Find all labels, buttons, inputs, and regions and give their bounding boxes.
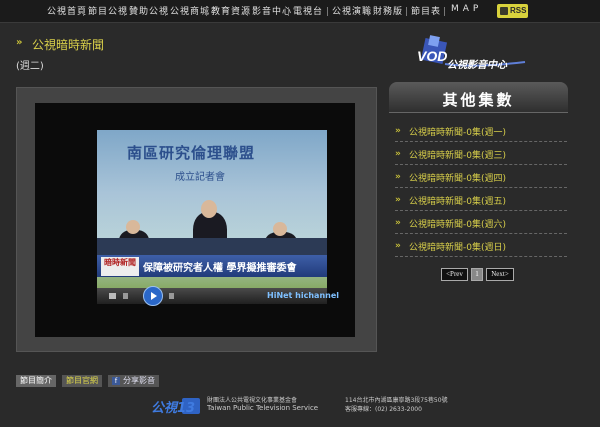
nav-separator [444, 7, 445, 16]
episode-title: 公視暗時新聞-0集(週六) [409, 220, 506, 230]
video-player: 南區研究倫理聯盟 成立記者會 暗時新聞 保障被研究者人權 學界擬推審委會 HiN… [35, 103, 355, 337]
double-arrow-icon: » [395, 149, 401, 159]
forward-button[interactable] [169, 293, 174, 299]
panelist-left-face [126, 220, 140, 234]
nav-separator [206, 7, 207, 16]
episode-title: 公視暗時新聞-0集(週日) [409, 243, 506, 253]
footer-org-name: 財團法人公共電視文化事業基金會 [207, 397, 298, 404]
svg-text:VOD: VOD [417, 48, 447, 64]
episode-link[interactable]: » 公視暗時新聞-0集(週三) [395, 146, 567, 165]
video-screen[interactable]: 南區研究倫理聯盟 成立記者會 暗時新聞 保障被研究者人權 學界擬推審委會 [97, 130, 327, 288]
stop-button[interactable] [109, 293, 116, 299]
video-banner-subtitle: 成立記者會 [175, 172, 225, 183]
player-controls: HiNet hichannel [97, 286, 339, 306]
media-center-logo-graphic: VOD 公視影音中心 [417, 35, 526, 71]
facebook-icon: f [112, 377, 120, 385]
nav-separator [247, 7, 248, 16]
logo-text: 公視影音中心 [447, 59, 508, 71]
episode-link[interactable]: » 公視暗時新聞-0集(週日) [395, 238, 567, 257]
nav-separator [368, 7, 369, 16]
page-number[interactable]: 1 [471, 268, 483, 281]
episode-link[interactable]: » 公視暗時新聞-0集(週六) [395, 215, 567, 234]
panelist-right-face [273, 222, 287, 236]
nav-item-media[interactable]: 影音中心 [252, 4, 292, 17]
nav-item-sponsor[interactable]: 贊助公視 [129, 4, 169, 17]
news-caption-text: 保障被研究者人權 學界擬推審委會 [143, 263, 297, 274]
episode-link[interactable]: » 公視暗時新聞-0集(週一) [395, 123, 567, 142]
episode-title: 公視暗時新聞-0集(週五) [409, 197, 506, 207]
media-center-logo[interactable]: VOD 公視影音中心 [415, 34, 535, 76]
nav-item-schedule[interactable]: 節目表 [411, 4, 441, 17]
speaker-face [201, 200, 217, 218]
other-episodes-header: 其他集數 [389, 82, 568, 113]
double-arrow-icon: » [395, 218, 401, 228]
official-site-button[interactable]: 節目官網 [62, 375, 102, 387]
nav-item-programs[interactable]: 節目公視 [88, 4, 128, 17]
news-program-tag: 暗時新聞 [101, 257, 139, 276]
double-arrow-icon: » [16, 37, 23, 48]
footer-org-english: Taiwan Public Television Service [207, 404, 319, 412]
hinet-watermark: HiNet hichannel [267, 291, 339, 300]
nav-item-station[interactable]: 電視台 [293, 4, 323, 17]
video-banner-title: 南區研究倫理聯盟 [127, 144, 256, 162]
share-video-label: 分享影音 [123, 376, 155, 385]
rss-button[interactable]: RSS [497, 4, 528, 18]
nav-separator [83, 7, 84, 16]
nav-item-home[interactable]: 公視首頁 [47, 4, 87, 17]
nav-separator [327, 7, 328, 16]
footer-address: 114台北市內湖區康寧路3段75巷50號 [345, 397, 448, 404]
nav-separator [406, 7, 407, 16]
nav-separator [165, 7, 166, 16]
episode-title: 公視暗時新聞-0集(週一) [409, 128, 506, 138]
episode-link[interactable]: » 公視暗時新聞-0集(週四) [395, 169, 567, 188]
page-title-text: 公視暗時新聞 [32, 38, 105, 52]
next-page-button[interactable]: Next> [486, 268, 514, 281]
pts-logo-graphic: 公視13 [151, 398, 200, 416]
nav-separator [288, 7, 289, 16]
double-arrow-icon: » [395, 126, 401, 136]
prev-page-button[interactable]: <Prev [441, 268, 468, 281]
program-intro-button[interactable]: 節目簡介 [16, 375, 56, 387]
double-arrow-icon: » [395, 172, 401, 182]
nav-item-finance[interactable]: 財務版 [373, 4, 403, 17]
nav-item-resources[interactable]: 公視演職 [332, 4, 372, 17]
conference-table [97, 238, 327, 256]
nav-item-shop[interactable]: 公視商城 [170, 4, 210, 17]
pts-footer-logo: 公視13 [150, 396, 202, 416]
nav-item-map[interactable]: MAP [451, 4, 482, 14]
nav-separator [124, 7, 125, 16]
rss-icon [500, 7, 508, 15]
play-button[interactable] [143, 286, 163, 306]
footer-phone: 客服專線：(02) 2633-2000 [345, 406, 422, 413]
double-arrow-icon: » [395, 195, 401, 205]
episode-title: 公視暗時新聞-0集(週三) [409, 151, 506, 161]
double-arrow-icon: » [395, 241, 401, 251]
episode-title: 公視暗時新聞-0集(週四) [409, 174, 506, 184]
rewind-button[interactable] [123, 293, 128, 299]
top-nav: 公視首頁 節目公視 贊助公視 公視商城 教育資源 影音中心 電視台 公視演職 財… [0, 0, 600, 23]
video-player-frame: 南區研究倫理聯盟 成立記者會 暗時新聞 保障被研究者人權 學界擬推審委會 HiN… [16, 87, 377, 352]
episode-day-label: (週二) [16, 61, 44, 72]
rss-label: RSS [510, 6, 527, 15]
other-episodes-title: 其他集數 [442, 91, 515, 109]
episode-link[interactable]: » 公視暗時新聞-0集(週五) [395, 192, 567, 211]
pts-logo-text: 公視13 [151, 400, 195, 416]
share-video-button[interactable]: f 分享影音 [108, 375, 159, 387]
nav-item-education[interactable]: 教育資源 [211, 4, 251, 17]
